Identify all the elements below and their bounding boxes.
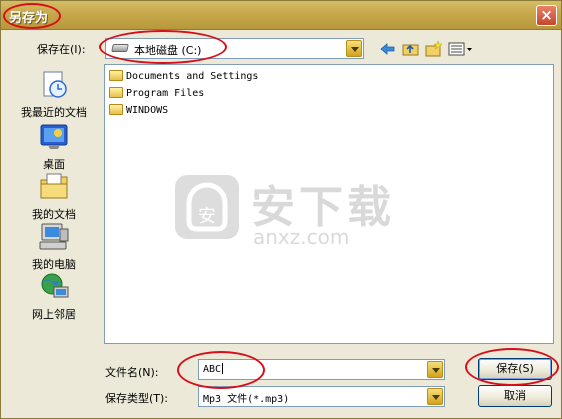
close-icon: × (540, 6, 553, 24)
watermark-logo-char: 安 (198, 206, 216, 227)
look-in-label: 保存在(I): (37, 43, 86, 56)
place-label: 桌面 (43, 158, 65, 171)
folder-icon (109, 104, 123, 115)
my-documents-icon (38, 171, 70, 203)
filetype-select[interactable]: Mp3 文件(*.mp3) (198, 386, 445, 407)
drive-icon (111, 44, 129, 52)
new-folder-icon[interactable] (425, 41, 443, 57)
cancel-button[interactable]: 取消 (478, 385, 552, 407)
watermark-logo: 安 (175, 175, 239, 239)
chevron-down-icon[interactable] (427, 388, 443, 405)
save-as-dialog: 另存为 × 保存在(I): 本地磁盘 (C:) 我最近的文档 桌面 我的文档 我… (0, 0, 562, 419)
list-item[interactable]: WINDOWS (109, 104, 168, 118)
up-folder-icon[interactable] (402, 41, 420, 57)
chevron-down-icon[interactable] (346, 40, 362, 57)
list-item[interactable]: Documents and Settings (109, 70, 258, 84)
filename-label: 文件名(N): (105, 366, 159, 379)
title-bar[interactable]: 另存为 × (1, 1, 561, 30)
list-item[interactable]: Program Files (109, 87, 204, 101)
filename-input[interactable]: ABC (198, 359, 445, 380)
place-my-documents[interactable]: 我的文档 (9, 171, 99, 222)
places-bar: 我最近的文档 桌面 我的文档 我的电脑 网上邻居 (9, 63, 99, 339)
filename-value: ABC (203, 364, 222, 375)
look-in-value: 本地磁盘 (C:) (134, 44, 202, 57)
place-label: 我最近的文档 (21, 106, 87, 119)
place-network-places[interactable]: 网上邻居 (9, 271, 99, 322)
view-menu-icon[interactable] (448, 41, 474, 57)
file-list[interactable]: Documents and Settings Program Files WIN… (104, 64, 554, 344)
folder-icon (109, 87, 123, 98)
place-label: 网上邻居 (32, 308, 76, 321)
network-places-icon (38, 271, 70, 303)
my-computer-icon (38, 221, 70, 253)
desktop-icon (38, 121, 70, 153)
back-arrow-icon[interactable] (379, 41, 397, 57)
place-label: 我的文档 (32, 208, 76, 221)
dialog-title: 另存为 (9, 11, 49, 26)
chevron-down-icon[interactable] (427, 361, 443, 378)
close-button[interactable]: × (536, 5, 557, 26)
place-desktop[interactable]: 桌面 (9, 121, 99, 172)
filename-dropdown[interactable] (427, 361, 443, 378)
recent-documents-icon (38, 69, 70, 101)
watermark-sub: anxz.com (253, 225, 350, 249)
place-recent-documents[interactable]: 我最近的文档 (9, 69, 99, 120)
folder-icon (109, 70, 123, 81)
look-in-select[interactable]: 本地磁盘 (C:) (105, 38, 364, 59)
place-label: 我的电脑 (32, 258, 76, 271)
filetype-value: Mp3 文件(*.mp3) (203, 394, 290, 405)
place-my-computer[interactable]: 我的电脑 (9, 221, 99, 272)
text-caret (222, 363, 224, 374)
filetype-label: 保存类型(T): (105, 392, 169, 405)
watermark: 安 安下载 anxz.com (175, 175, 475, 255)
save-button[interactable]: 保存(S) (478, 358, 552, 380)
